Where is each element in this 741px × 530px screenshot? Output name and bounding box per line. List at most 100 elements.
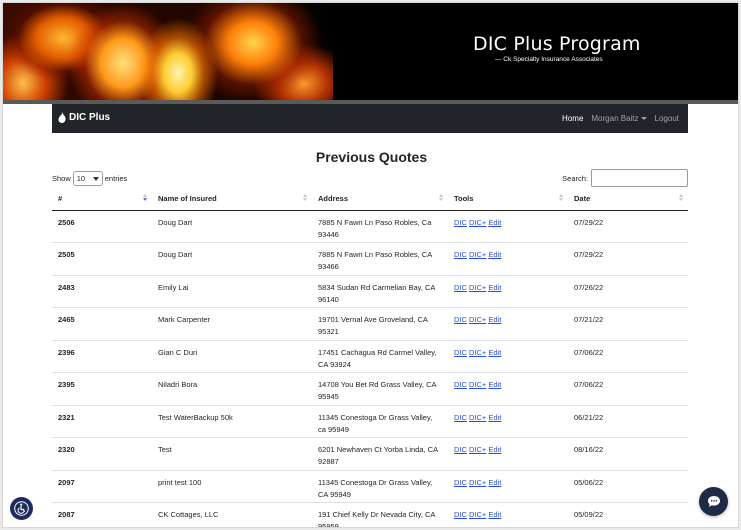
quote-id: 2506 — [52, 210, 152, 243]
insured-name: Test — [152, 437, 312, 471]
insured-name: Mark Carpenter — [152, 307, 312, 341]
address: 191 Chief Kelly Dr Nevada City, CA 95959 — [312, 502, 448, 527]
brand-label: DIC Plus — [69, 112, 111, 123]
address: 6201 Newhaven Ct Yorba Linda, CA 92887 — [312, 437, 448, 471]
table-row: 2395 Niladri Bora 14708 You Bet Rd Grass V… — [52, 372, 688, 406]
search-control: Search: — [562, 169, 688, 187]
column-label: Date — [574, 194, 591, 204]
quote-date: 08/16/22 — [568, 437, 688, 471]
edit-link[interactable]: Edit — [488, 283, 501, 292]
dic-link[interactable]: DIC — [454, 478, 467, 487]
sort-icon — [143, 194, 148, 204]
dic-plus-link[interactable]: DIC+ — [469, 380, 486, 389]
quote-date: 07/29/22 — [568, 210, 688, 243]
quote-id: 2320 — [52, 437, 152, 471]
insured-name: CK Cottages, LLC — [152, 502, 312, 527]
quote-id: 2097 — [52, 470, 152, 503]
dic-link[interactable]: DIC — [454, 413, 467, 422]
entries-value: 10 — [76, 174, 86, 183]
dic-link[interactable]: DIC — [454, 510, 467, 519]
edit-link[interactable]: Edit — [488, 380, 501, 389]
address: 19701 Vernal Ave Groveland, CA 95321 — [312, 307, 448, 341]
navbar-brand[interactable]: DIC Plus — [58, 112, 110, 123]
dic-link[interactable]: DIC — [454, 218, 467, 227]
sort-icon — [439, 194, 444, 204]
dic-plus-link[interactable]: DIC+ — [469, 478, 486, 487]
dic-plus-link[interactable]: DIC+ — [469, 348, 486, 357]
tools-cell: DIC DIC+ Edit — [448, 210, 568, 243]
dic-plus-link[interactable]: DIC+ — [469, 413, 486, 422]
quote-id: 2465 — [52, 307, 152, 341]
dic-plus-link[interactable]: DIC+ — [469, 218, 486, 227]
show-label: Show — [52, 174, 71, 183]
quote-date: 07/21/22 — [568, 307, 688, 341]
flame-icon — [58, 112, 66, 123]
edit-link[interactable]: Edit — [488, 315, 501, 324]
dic-plus-link[interactable]: DIC+ — [469, 445, 486, 454]
dic-link[interactable]: DIC — [454, 445, 467, 454]
edit-link[interactable]: Edit — [488, 510, 501, 519]
chat-icon — [707, 496, 720, 507]
nav-user-dropdown[interactable]: Morgan Baitz — [591, 114, 647, 123]
quote-date: 05/09/22 — [568, 502, 688, 527]
accessibility-button[interactable] — [10, 497, 33, 520]
user-name: Morgan Baitz — [591, 114, 639, 123]
edit-link[interactable]: Edit — [488, 445, 501, 454]
address: 7885 N Fawn Ln Paso Robles, CA 93466 — [312, 242, 448, 276]
search-input[interactable] — [591, 169, 688, 187]
edit-link[interactable]: Edit — [488, 348, 501, 357]
edit-link[interactable]: Edit — [488, 413, 501, 422]
dic-link[interactable]: DIC — [454, 315, 467, 324]
edit-link[interactable]: Edit — [488, 218, 501, 227]
edit-link[interactable]: Edit — [488, 250, 501, 259]
tools-cell: DIC DIC+ Edit — [448, 405, 568, 438]
dic-link[interactable]: DIC — [454, 283, 467, 292]
fire-image — [3, 3, 333, 101]
address: 14708 You Bet Rd Grass Valley, CA 95945 — [312, 372, 448, 406]
entries-select[interactable]: 10 — [72, 171, 103, 186]
dic-link[interactable]: DIC — [454, 380, 467, 389]
nav-home-link[interactable]: Home — [562, 114, 583, 123]
dic-plus-link[interactable]: DIC+ — [469, 510, 486, 519]
search-label: Search: — [562, 173, 588, 183]
page-title: Previous Quotes — [315, 149, 428, 165]
edit-link[interactable]: Edit — [488, 478, 501, 487]
insured-name: Doug Dart — [152, 242, 312, 276]
tools-cell: DIC DIC+ Edit — [448, 307, 568, 341]
insured-name: Emily Lai — [152, 275, 312, 308]
column-label: Tools — [454, 194, 474, 204]
dic-link[interactable]: DIC — [454, 348, 467, 357]
column-header-id[interactable]: # — [52, 188, 152, 211]
dic-plus-link[interactable]: DIC+ — [469, 250, 486, 259]
quotes-table: # Name of Insured Address Tools Date 250… — [52, 188, 688, 527]
insured-name: Doug Dart — [152, 210, 312, 243]
column-header-tools[interactable]: Tools — [448, 188, 568, 211]
sort-icon — [303, 194, 308, 204]
quote-date: 05/06/22 — [568, 470, 688, 503]
quote-date: 07/26/22 — [568, 275, 688, 308]
tools-cell: DIC DIC+ Edit — [448, 242, 568, 276]
header-banner: DIC Plus Program — Ck Specialty Insuranc… — [3, 3, 738, 101]
table-row: 2097 print test 100 11345 Conestoga Dr Gra… — [52, 470, 688, 503]
insured-name: Niladri Bora — [152, 372, 312, 406]
chat-button[interactable] — [699, 487, 728, 516]
column-header-name[interactable]: Name of Insured — [152, 188, 312, 211]
column-header-date[interactable]: Date — [568, 188, 688, 211]
dic-plus-link[interactable]: DIC+ — [469, 283, 486, 292]
quote-date: 07/06/22 — [568, 340, 688, 373]
dic-link[interactable]: DIC — [454, 250, 467, 259]
page-frame: DIC Plus Program — Ck Specialty Insuranc… — [2, 2, 739, 528]
insured-name: print test 100 — [152, 470, 312, 503]
table-row: 2483 Emily Lai 5834 Sudan Rd Carmelian Bay… — [52, 275, 688, 308]
accessibility-icon — [14, 501, 29, 516]
nav-logout-link[interactable]: Logout — [655, 114, 679, 123]
quote-date: 07/06/22 — [568, 372, 688, 406]
quote-id: 2396 — [52, 340, 152, 373]
column-label: # — [58, 194, 63, 204]
insured-name: Test WaterBackup 50k — [152, 405, 312, 438]
sort-icon — [679, 194, 684, 204]
dic-plus-link[interactable]: DIC+ — [469, 315, 486, 324]
address: 7885 N Fawn Ln Paso Robles, Ca 93446 — [312, 210, 448, 243]
column-header-address[interactable]: Address — [312, 188, 448, 211]
table-row: 2465 Mark Carpenter 19701 Vernal Ave Grove… — [52, 307, 688, 341]
